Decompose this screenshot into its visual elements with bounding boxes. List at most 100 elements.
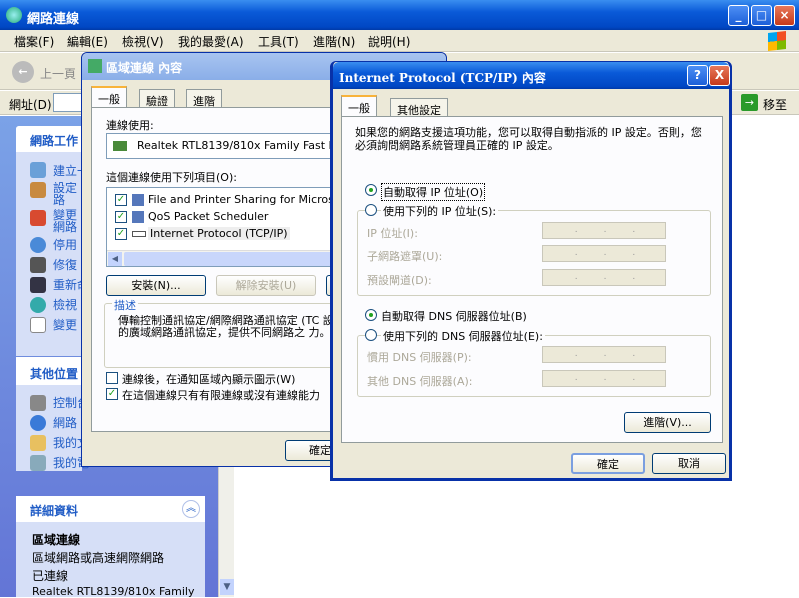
task-disable[interactable]: 停用 [53, 236, 77, 253]
menu-file[interactable]: 檔案(F) [14, 33, 54, 50]
tcpip-cancel-button[interactable]: 取消 [652, 453, 726, 474]
notify-label[interactable]: 在這個連線只有有限連線或沒有連線能力 [122, 387, 320, 403]
tcpip-tab-alternate[interactable]: 其他設定 [390, 98, 448, 118]
windows-logo-icon [768, 31, 786, 51]
auto-dns-radio[interactable] [365, 309, 377, 321]
other-places-title: 其他位置 [30, 367, 79, 381]
connect-using-label: 連線使用: [106, 119, 154, 132]
change-settings-icon [30, 210, 46, 226]
minimize-button[interactable]: _ [728, 5, 749, 26]
lan-tab-auth[interactable]: 驗證 [139, 89, 175, 109]
show-icon-checkbox[interactable] [106, 372, 118, 384]
preferred-dns-label: 慣用 DNS 伺服器(P): [367, 351, 472, 364]
address-field[interactable] [53, 93, 83, 112]
details-type: 區域網路或高速網際網路 [32, 551, 165, 565]
task-repair[interactable]: 修復 [53, 256, 77, 273]
manual-ip-label[interactable]: 使用下列的 IP 位址(S): [381, 203, 499, 219]
item-checkbox-qos[interactable]: ✓ [115, 211, 127, 223]
maximize-button[interactable]: □ [751, 5, 772, 26]
install-button[interactable]: 安裝(N)... [106, 275, 206, 296]
advanced-button[interactable]: 進階(V)... [624, 412, 711, 433]
network-card-icon [113, 141, 127, 151]
go-arrow-icon[interactable]: → [741, 94, 758, 111]
menu-help[interactable]: 說明(H) [368, 33, 410, 50]
help-button[interactable]: ? [687, 65, 708, 86]
tcpip-title: Internet Protocol (TCP/IP) 內容 [339, 71, 546, 85]
adapter-name: Realtek RTL8139/810x Family Fast E [137, 139, 336, 152]
ip-address-field: ... [542, 222, 666, 239]
lan-tab-general[interactable]: 一般 [91, 86, 127, 108]
item-checkbox-file-sharing[interactable]: ✓ [115, 194, 127, 206]
lan-dialog-icon [88, 59, 102, 73]
back-label[interactable]: 上一頁 [40, 65, 76, 82]
menu-tools[interactable]: 工具(T) [258, 33, 299, 50]
scroll-down-icon[interactable]: ▼ [220, 579, 234, 595]
main-title: 網路連線 [27, 12, 80, 27]
qos-icon [132, 211, 144, 223]
rename-icon [30, 277, 46, 293]
items-label: 這個連線使用下列項目(O): [106, 171, 237, 184]
collapse-chevron-icon[interactable]: ︽ [182, 500, 200, 518]
lan-dialog-title: 區域連線 內容 [106, 61, 183, 75]
view-status-icon [30, 297, 46, 313]
place-network[interactable]: 網路 [53, 414, 77, 431]
scroll-thumb[interactable] [124, 252, 334, 266]
network-tasks-title: 網路工作 [30, 134, 79, 148]
tcpip-intro: 如果您的網路支援這項功能，您可以取得自動指派的 IP 設定。否則，您必須詢問網路… [355, 126, 702, 152]
details-name: 區域連線 [32, 533, 81, 547]
task-setup[interactable]: 設定路 [53, 182, 81, 206]
menu-bar: 檔案(F) 編輯(E) 檢視(V) 我的最愛(A) 工具(T) 進階(N) 說明… [0, 30, 799, 52]
alternate-dns-field: ... [542, 370, 666, 387]
my-documents-icon [30, 435, 46, 451]
details-adapter: Realtek RTL8139/810x Family [32, 585, 195, 598]
item-tcpip[interactable]: Internet Protocol (TCP/IP) [148, 227, 290, 240]
manual-dns-label[interactable]: 使用下列的 DNS 伺服器位址(E): [381, 328, 545, 344]
tcpip-close-button[interactable]: X [709, 65, 730, 86]
tcpip-titlebar: Internet Protocol (TCP/IP) 內容 ? X [333, 62, 730, 89]
go-label[interactable]: 移至 [763, 96, 787, 113]
create-connection-icon [30, 162, 46, 178]
item-checkbox-tcpip[interactable]: ✓ [115, 228, 127, 240]
control-panel-icon [30, 395, 46, 411]
protocol-icon [132, 231, 146, 237]
description-text: 傳輸控制通訊協定/網際網路通訊協定 (TC 設的廣域網路通訊協定，提供不同網路之… [118, 315, 334, 339]
menu-view[interactable]: 檢視(V) [122, 33, 164, 50]
address-label: 網址(D) [9, 98, 52, 112]
show-icon-label[interactable]: 連線後，在通知區域內顯示圖示(W) [122, 371, 295, 387]
manual-dns-radio[interactable] [365, 329, 377, 341]
disable-device-icon [30, 237, 46, 253]
menu-advanced[interactable]: 進階(N) [313, 33, 355, 50]
item-qos[interactable]: QoS Packet Scheduler [148, 210, 268, 223]
auto-dns-label[interactable]: 自動取得 DNS 伺服器位址(B) [381, 308, 527, 324]
details-status: 已連線 [32, 569, 69, 583]
close-button[interactable]: × [774, 5, 795, 26]
main-titlebar: 網路連線 _ □ × [0, 0, 799, 30]
tcpip-tab-general[interactable]: 一般 [341, 95, 377, 117]
subnet-label: 子網路遮罩(U): [367, 250, 443, 263]
auto-ip-radio[interactable] [365, 184, 377, 196]
adapter-box: Realtek RTL8139/810x Family Fast E [106, 133, 336, 159]
auto-ip-label[interactable]: 自動取得 IP 位址(O) [381, 183, 486, 201]
scroll-left-icon[interactable]: ◀ [108, 252, 122, 266]
uninstall-button: 解除安裝(U) [216, 275, 316, 296]
task-change-settings[interactable]: 變更網路設定 [53, 209, 81, 233]
gateway-label: 預設閘道(D): [367, 274, 432, 287]
file-sharing-icon [132, 194, 144, 206]
home-network-icon [30, 182, 46, 198]
task-view[interactable]: 檢視 [53, 296, 77, 313]
items-list[interactable]: ✓ File and Printer Sharing for Microsoft… [106, 187, 336, 267]
manual-ip-radio[interactable] [365, 204, 377, 216]
tcpip-ok-button[interactable]: 確定 [571, 453, 645, 474]
notify-checkbox[interactable]: ✓ [106, 388, 118, 400]
back-arrow-icon[interactable]: ← [12, 61, 34, 83]
repair-icon [30, 257, 46, 273]
task-change[interactable]: 變更 [53, 316, 77, 333]
subnet-field: ... [542, 245, 666, 262]
details-title: 詳細資料 [30, 504, 79, 518]
menu-edit[interactable]: 編輯(E) [67, 33, 108, 50]
properties-icon [30, 317, 46, 333]
menu-favorites[interactable]: 我的最愛(A) [178, 33, 244, 50]
item-file-sharing[interactable]: File and Printer Sharing for Microsoft N [148, 193, 335, 206]
lan-tab-advanced[interactable]: 進階 [186, 89, 222, 109]
items-hscrollbar[interactable]: ◀ [107, 250, 335, 266]
